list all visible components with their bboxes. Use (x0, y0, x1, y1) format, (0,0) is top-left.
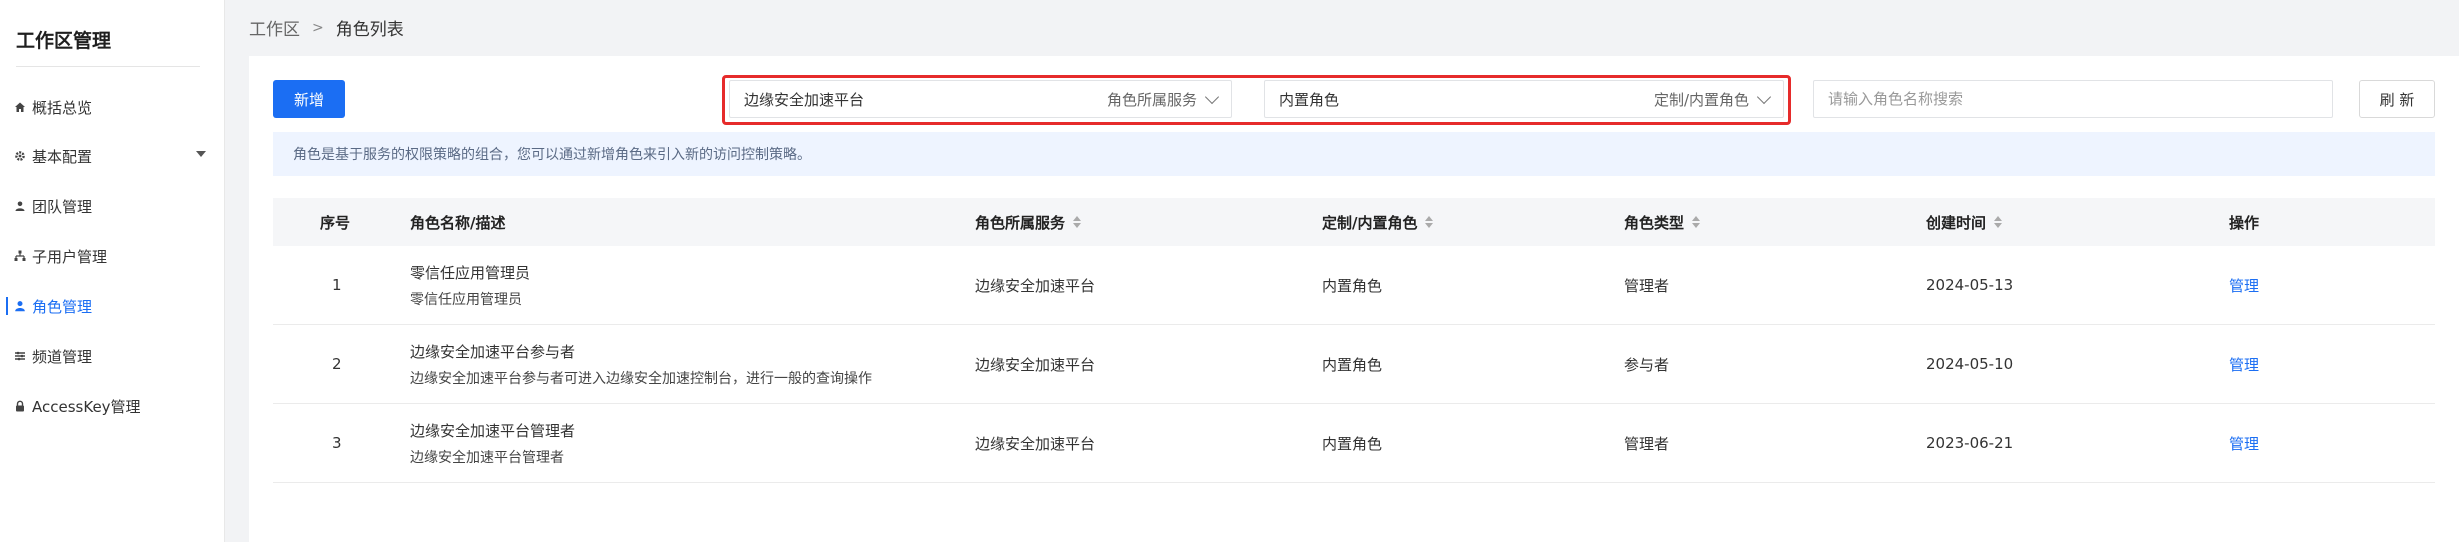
row-type: 参与者 (1624, 355, 1670, 374)
sidebar-item-overview[interactable]: 概括总览 (0, 88, 225, 126)
sidebar-item-team[interactable]: 团队管理 (0, 187, 225, 225)
row-name-cell: 边缘安全加速平台参与者 边缘安全加速平台参与者可进入边缘安全加速控制台，进行一般… (410, 325, 872, 403)
row-index: 2 (332, 355, 342, 373)
role-name: 边缘安全加速平台参与者 (410, 342, 576, 361)
row-kind: 内置角色 (1322, 434, 1383, 453)
breadcrumb-current: 角色列表 (335, 20, 404, 40)
channel-icon (12, 348, 28, 364)
row-created: 2024-05-10 (1926, 355, 2014, 373)
table-row: 1 零信任应用管理员 零信任应用管理员 边缘安全加速平台 内置角色 管理者 20… (273, 246, 2435, 325)
team-icon (12, 198, 28, 214)
sort-icon[interactable] (1692, 216, 1701, 228)
sidebar-item-label: 频道管理 (32, 347, 93, 366)
sidebar: 工作区管理 概括总览 基本配置 团队管理 子用户管理 角色管理 频道管理 Acc… (0, 0, 225, 542)
role-name: 零信任应用管理员 (410, 263, 531, 282)
row-index: 3 (332, 434, 342, 452)
column-header-name: 角色名称/描述 (410, 213, 506, 232)
info-notice: 角色是基于服务的权限策略的组合，您可以通过新增角色来引入新的访问控制策略。 (273, 132, 2435, 176)
sort-icon[interactable] (1425, 216, 1434, 228)
column-header-created[interactable]: 创建时间 (1926, 198, 2003, 246)
role-description: 边缘安全加速平台参与者可进入边缘安全加速控制台，进行一般的查询操作 (410, 370, 872, 387)
role-description: 边缘安全加速平台管理者 (410, 449, 564, 466)
sidebar-item-label: 团队管理 (32, 197, 93, 216)
sidebar-item-roles[interactable]: 角色管理 (0, 287, 225, 325)
sidebar-divider (16, 66, 200, 67)
sidebar-item-sub-user[interactable]: 子用户管理 (0, 237, 225, 275)
manage-link[interactable]: 管理 (2229, 246, 2259, 324)
row-name-cell: 边缘安全加速平台管理者 边缘安全加速平台管理者 (410, 404, 575, 482)
user-icon (12, 298, 28, 314)
role-name: 边缘安全加速平台管理者 (410, 421, 576, 440)
row-type: 管理者 (1624, 276, 1670, 295)
sort-icon[interactable] (1073, 216, 1082, 228)
sidebar-title: 工作区管理 (16, 30, 112, 52)
main-card: 新增 边缘安全加速平台 角色所属服务 内置角色 定制/内置角色 刷 新 角色是基… (249, 56, 2459, 542)
row-service: 边缘安全加速平台 (975, 276, 1096, 295)
row-kind: 内置角色 (1322, 355, 1383, 374)
column-header-index: 序号 (320, 213, 351, 232)
filter-highlight-box (722, 75, 1791, 125)
lock-icon (12, 398, 28, 414)
sidebar-item-accesskey[interactable]: AccessKey管理 (0, 387, 225, 425)
column-header-type[interactable]: 角色类型 (1624, 198, 1701, 246)
column-header-kind[interactable]: 定制/内置角色 (1322, 198, 1434, 246)
manage-link[interactable]: 管理 (2229, 325, 2259, 403)
sidebar-item-label: AccessKey管理 (32, 397, 141, 416)
gear-icon (12, 148, 28, 164)
refresh-button[interactable]: 刷 新 (2359, 80, 2435, 118)
row-created: 2023-06-21 (1926, 434, 2014, 452)
manage-link[interactable]: 管理 (2229, 404, 2259, 482)
table-row: 2 边缘安全加速平台参与者 边缘安全加速平台参与者可进入边缘安全加速控制台，进行… (273, 325, 2435, 404)
column-header-service[interactable]: 角色所属服务 (975, 198, 1082, 246)
row-service: 边缘安全加速平台 (975, 434, 1096, 453)
role-name-search-input[interactable] (1813, 80, 2333, 118)
row-kind: 内置角色 (1322, 276, 1383, 295)
breadcrumb: 工作区 > 角色列表 (249, 15, 404, 41)
sidebar-item-label: 概括总览 (32, 98, 93, 117)
sidebar-item-label: 基本配置 (32, 147, 93, 166)
home-icon (12, 99, 28, 115)
row-created: 2024-05-13 (1926, 276, 2014, 294)
chevron-right-icon: > (312, 19, 324, 36)
add-role-button[interactable]: 新增 (273, 80, 345, 118)
row-type: 管理者 (1624, 434, 1670, 453)
sidebar-item-channel[interactable]: 频道管理 (0, 337, 225, 375)
sidebar-item-basic-config[interactable]: 基本配置 (0, 137, 225, 175)
sidebar-item-label: 子用户管理 (32, 247, 108, 266)
role-description: 零信任应用管理员 (410, 291, 522, 308)
table-header: 序号 角色名称/描述 角色所属服务 定制/内置角色 角色类型 创建时间 操作 (273, 198, 2435, 246)
row-index: 1 (332, 276, 342, 294)
table-row: 3 边缘安全加速平台管理者 边缘安全加速平台管理者 边缘安全加速平台 内置角色 … (273, 404, 2435, 483)
sidebar-item-label: 角色管理 (32, 297, 93, 316)
row-name-cell: 零信任应用管理员 零信任应用管理员 (410, 246, 530, 324)
breadcrumb-root[interactable]: 工作区 (249, 15, 300, 40)
sort-icon[interactable] (1994, 216, 2003, 228)
column-header-action: 操作 (2229, 213, 2260, 232)
row-service: 边缘安全加速平台 (975, 355, 1096, 374)
sub-user-icon (12, 248, 28, 264)
chevron-down-icon (196, 151, 206, 157)
